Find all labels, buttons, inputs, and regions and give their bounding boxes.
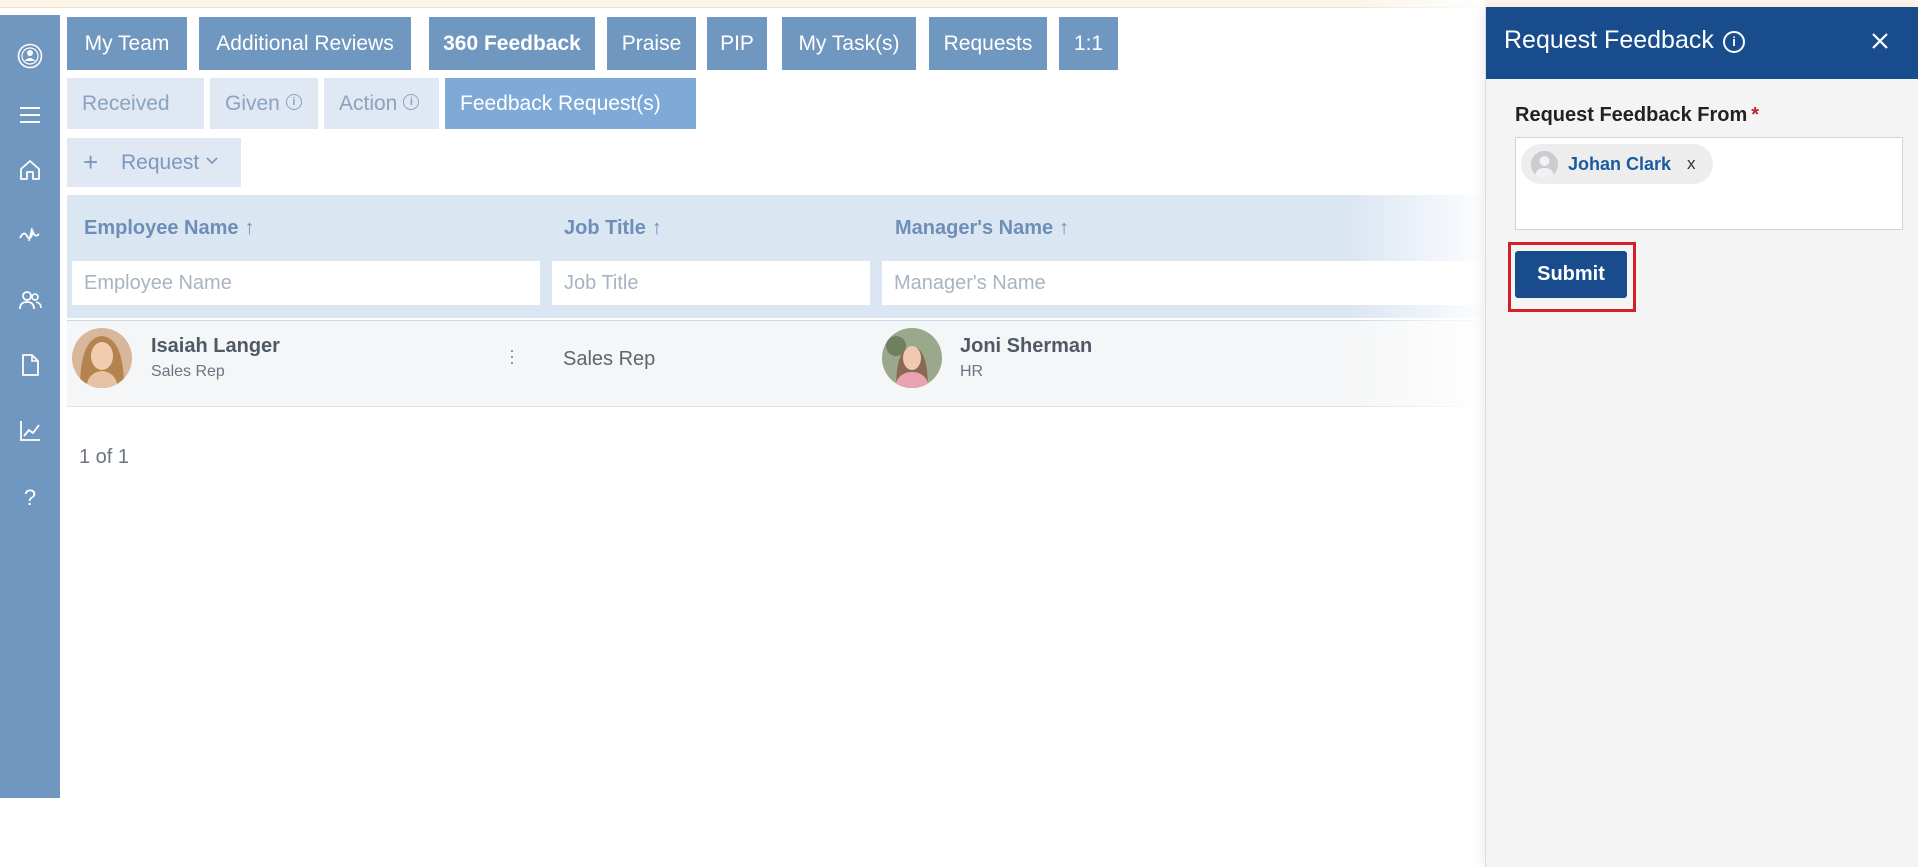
tab-praise[interactable]: Praise — [607, 17, 696, 70]
request-feedback-from-label: Request Feedback From * — [1515, 104, 1759, 127]
tab-additional-reviews[interactable]: Additional Reviews — [199, 17, 411, 70]
selected-person-chip[interactable]: Johan Clark x — [1521, 144, 1713, 184]
tab-label: Given — [225, 92, 280, 115]
column-header-managers-name[interactable]: Manager's Name ↑ — [895, 217, 1069, 240]
manager-name: Joni Sherman — [960, 335, 1093, 357]
sort-ascending-icon: ↑ — [651, 217, 662, 239]
team-icon[interactable] — [14, 284, 46, 316]
analytics-chart-icon[interactable] — [14, 415, 46, 447]
app-logo-icon[interactable] — [14, 40, 46, 72]
submit-button[interactable]: Submit — [1515, 251, 1627, 298]
info-icon: i — [285, 94, 302, 111]
info-icon[interactable]: i — [1723, 31, 1745, 53]
sort-ascending-icon: ↑ — [1059, 217, 1070, 239]
tab-label: Praise — [621, 32, 682, 55]
panel-header: Request Feedback i — [1486, 7, 1918, 79]
left-nav-rail: ? — [0, 15, 60, 798]
tab-label: My Task(s) — [798, 32, 900, 55]
tab-label: 360 Feedback — [443, 32, 581, 55]
new-request-button[interactable]: + Request — [67, 138, 241, 187]
tab-label: Requests — [943, 32, 1033, 55]
remove-person-button[interactable]: x — [1687, 154, 1696, 174]
tab-label: Action — [339, 92, 398, 115]
pagination-status: 1 of 1 — [79, 446, 130, 468]
tab-pip[interactable]: PIP — [707, 17, 767, 70]
panel-overlay-fade — [1350, 0, 1485, 867]
info-icon: i — [403, 94, 420, 111]
document-icon[interactable] — [14, 349, 46, 381]
column-header-label: Manager's Name — [895, 217, 1054, 239]
svg-text:?: ? — [24, 485, 36, 510]
home-icon[interactable] — [14, 154, 46, 186]
job-title-cell: Sales Rep — [563, 348, 656, 370]
hamburger-menu-icon[interactable] — [14, 99, 46, 131]
required-marker: * — [1751, 104, 1760, 126]
column-header-label: Employee Name — [84, 217, 239, 239]
request-feedback-panel: Request Feedback i Request Feedback From… — [1485, 7, 1918, 867]
manager-subtitle: HR — [960, 363, 984, 380]
tab-requests[interactable]: Requests — [929, 17, 1047, 70]
tab-action[interactable]: Action i — [324, 78, 439, 129]
info-icon: i — [466, 145, 482, 162]
tab-label: Additional Reviews — [216, 32, 394, 55]
tab-received[interactable]: Receivedi — [67, 78, 204, 162]
employee-subtitle: Sales Rep — [151, 363, 225, 380]
selected-person-name: Johan Clark — [1568, 154, 1672, 174]
table-row[interactable]: Isaiah Langer Sales Rep · · · Sales Rep Jo… — [67, 320, 1485, 407]
row-actions-icon[interactable]: · · · — [509, 341, 515, 371]
tab-label: 1:1 — [1073, 32, 1104, 55]
person-avatar-icon — [1531, 151, 1558, 178]
column-header-employee-name[interactable]: Employee Name ↑ — [84, 217, 255, 240]
signature-icon[interactable] — [14, 219, 46, 251]
column-header-job-title[interactable]: Job Title ↑ — [564, 217, 662, 240]
tab-feedback-requests[interactable]: Feedback Request(s) i — [445, 78, 696, 162]
help-icon[interactable]: ? — [14, 481, 46, 513]
job-title-filter-input[interactable] — [551, 260, 871, 306]
request-button-label: Request — [121, 151, 200, 174]
tab-360-feedback[interactable]: 360 Feedback — [429, 17, 595, 70]
tab-given[interactable]: Given i — [210, 78, 318, 129]
panel-title: Request Feedback — [1504, 26, 1714, 54]
plus-icon: + — [83, 147, 99, 177]
employee-avatar — [72, 328, 132, 388]
sort-ascending-icon: ↑ — [244, 217, 255, 239]
tab-my-tasks[interactable]: My Task(s) — [782, 17, 916, 70]
tab-label: Received — [82, 92, 170, 115]
people-picker[interactable]: Johan Clark x — [1515, 137, 1903, 230]
tab-my-team[interactable]: My Team — [67, 17, 187, 70]
employee-name: Isaiah Langer — [151, 335, 280, 357]
tab-label: Feedback Request(s) — [460, 92, 661, 115]
close-icon[interactable] — [1864, 25, 1896, 57]
chevron-down-icon — [205, 135, 219, 184]
manager-avatar — [882, 328, 942, 388]
tab-label: My Team — [84, 32, 170, 55]
column-header-label: Job Title — [564, 217, 646, 239]
field-label-text: Request Feedback From — [1515, 104, 1748, 126]
tab-one-on-one[interactable]: 1:1 — [1059, 17, 1118, 70]
grid-header: Employee Name ↑ Job Title ↑ Manager's Name… — [67, 195, 1485, 318]
employee-name-filter-input[interactable] — [71, 260, 541, 306]
tab-label: PIP — [720, 32, 754, 55]
